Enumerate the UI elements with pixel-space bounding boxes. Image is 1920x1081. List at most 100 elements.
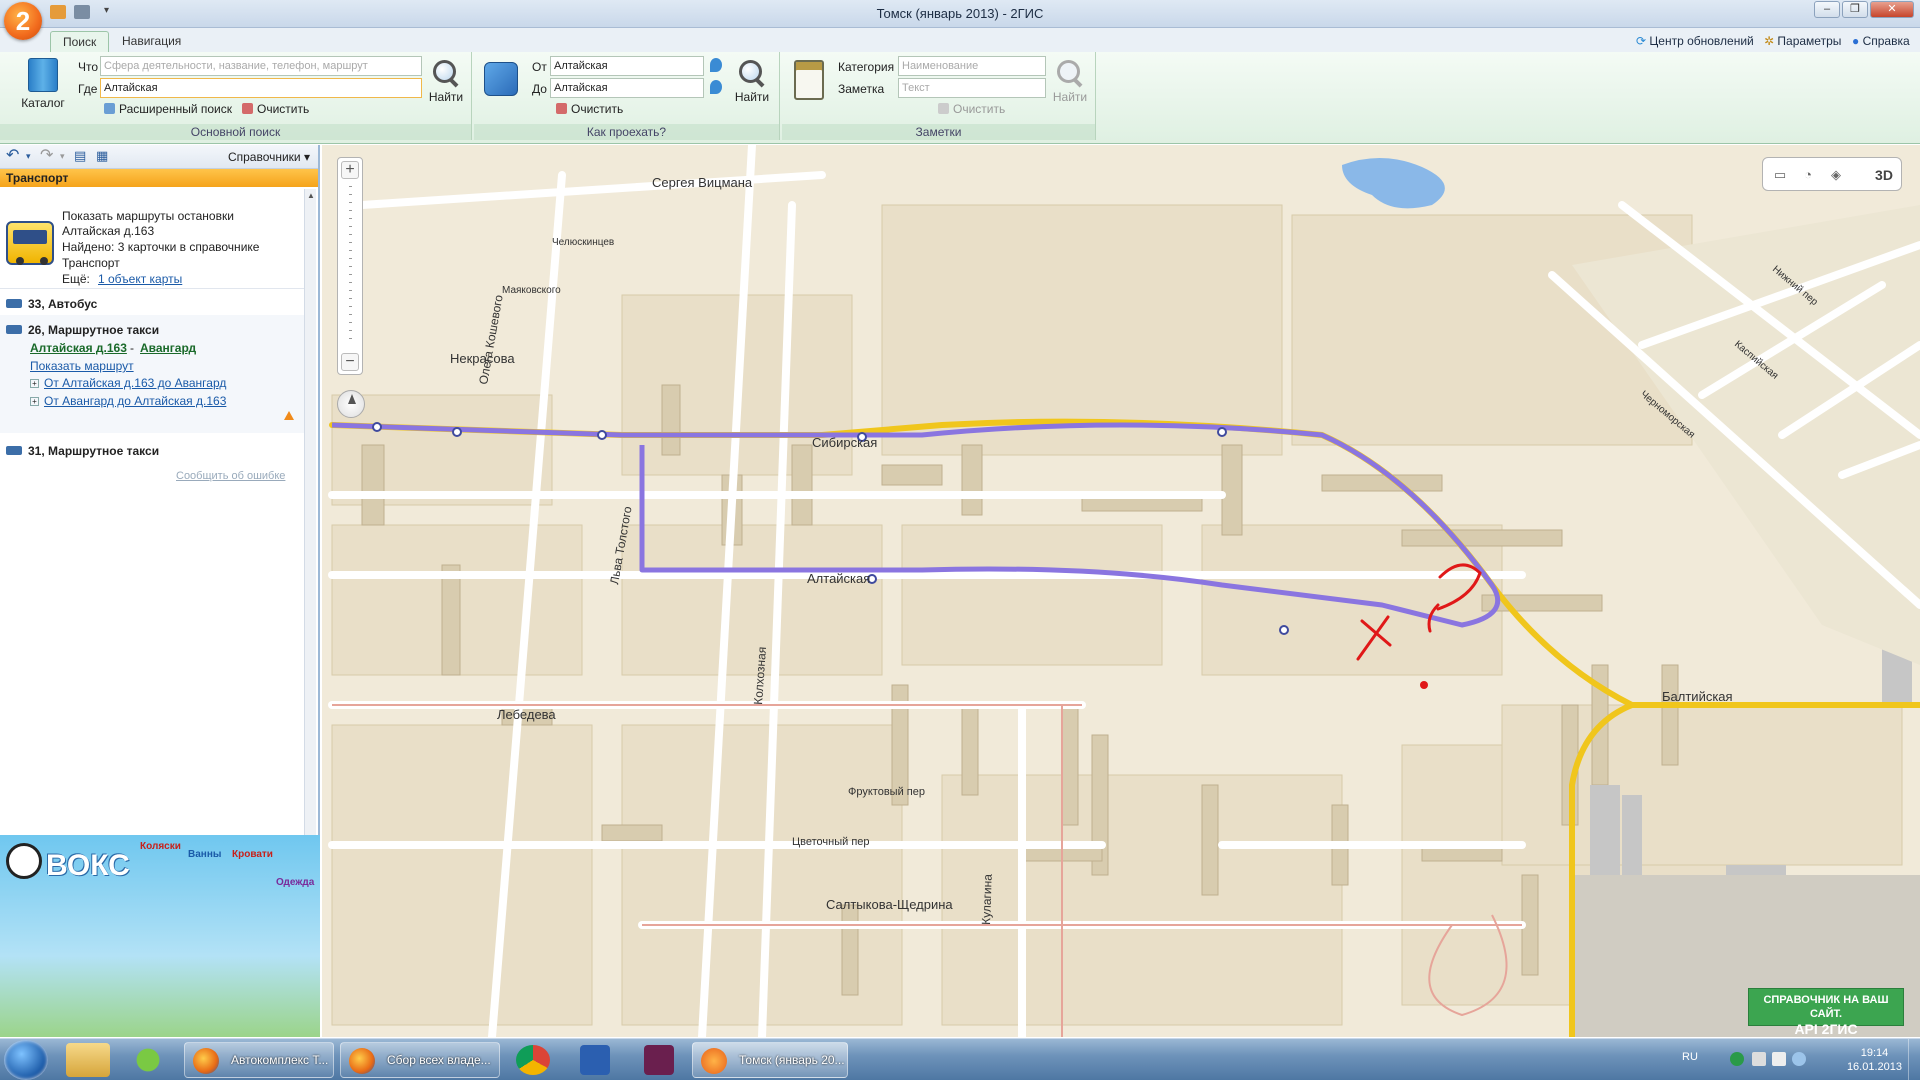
direction1-link[interactable]: От Алтайская д.163 до Авангард	[44, 376, 226, 390]
what-input[interactable]	[100, 56, 422, 76]
route-26-from-link[interactable]: Алтайская д.163	[30, 341, 127, 355]
catalog-icon	[28, 58, 58, 92]
route-to-label: До	[532, 82, 547, 96]
category-select[interactable]	[898, 56, 1046, 76]
street-label: Фруктовый пер	[848, 786, 925, 798]
note-input[interactable]	[898, 78, 1046, 98]
route-item-26-taxi[interactable]: 26, Маршрутное такси	[0, 323, 306, 337]
layers-icon[interactable]: ◈	[1825, 166, 1847, 184]
street-label: Балтийская	[1662, 689, 1733, 704]
route-to-input[interactable]	[550, 78, 704, 98]
quick-access-print-icon[interactable]	[74, 5, 90, 19]
api-banner[interactable]: СПРАВОЧНИК НА ВАШ САЙТ. API 2ГИС	[1748, 988, 1904, 1037]
taskbar-item-2gis[interactable]: Томск (январь 20...	[692, 1042, 848, 1078]
advanced-search-label: Расширенный поиск	[119, 102, 232, 116]
route-group: От До Найти Очистить Как проехать?	[474, 52, 780, 140]
route-item-31-taxi[interactable]: 31, Маршрутное такси	[0, 444, 306, 458]
list-view-icon[interactable]: ▤	[74, 148, 86, 164]
route-to-pin-icon[interactable]	[710, 80, 722, 94]
direction2-link[interactable]: От Авангард до Алтайская д.163	[44, 394, 226, 408]
app-logo[interactable]: 2	[4, 2, 42, 40]
back-dropdown-icon[interactable]: ▾	[26, 148, 31, 164]
forward-arrow-icon[interactable]: ↷	[40, 148, 53, 164]
tab-navigation[interactable]: Навигация	[110, 31, 193, 52]
summary-more-label: Ещё:	[62, 272, 90, 286]
warning-icon[interactable]	[284, 411, 294, 420]
report-error-link[interactable]: Сообщить об ошибке	[176, 470, 285, 482]
tab-search[interactable]: Поиск	[50, 31, 110, 52]
3d-toggle-button[interactable]: 3D	[1873, 166, 1895, 184]
settings-link[interactable]: ✲ Параметры	[1764, 34, 1841, 48]
print-list-icon[interactable]: ▦	[96, 148, 108, 164]
clock[interactable]: 19:14 16.01.2013	[1847, 1046, 1902, 1074]
street-label: Цветочный пер	[792, 836, 870, 848]
system-tray: RU 19:14 16.01.2013	[1660, 1039, 1920, 1081]
traffic-icon[interactable]: ◔	[1797, 166, 1819, 184]
quick-access-home-icon[interactable]	[50, 5, 66, 19]
taskbar-item-label: Томск (январь 20...	[739, 1053, 845, 1067]
word-icon[interactable]	[580, 1045, 610, 1075]
taskbar-item-label: Сбор всех владе...	[387, 1053, 491, 1067]
forward-dropdown-icon[interactable]: ▾	[60, 148, 65, 164]
expand-direction2-icon[interactable]: +	[30, 397, 39, 406]
network-tray-icon[interactable]	[1752, 1052, 1766, 1066]
directories-dropdown[interactable]: Справочники ▾	[228, 150, 310, 164]
map-view[interactable]: Сергея Вицмана Челюскинцев Маяковского Н…	[322, 145, 1920, 1037]
zoom-slider[interactable]	[349, 186, 352, 346]
help-icon: ●	[1852, 34, 1860, 48]
chrome-icon[interactable]	[516, 1045, 550, 1075]
route-clear-label: Очистить	[571, 102, 624, 116]
notes-clear-button[interactable]: Очистить	[938, 102, 1005, 116]
route-clear-button[interactable]: Очистить	[556, 102, 623, 116]
compass-icon[interactable]	[337, 390, 365, 418]
show-route-link[interactable]: Показать маршрут	[30, 359, 134, 373]
ribbon-tabs: Поиск Навигация ⟳ Центр обновлений ✲ Пар…	[0, 28, 1920, 52]
maximize-button[interactable]: ❐	[1842, 1, 1868, 18]
start-button[interactable]	[4, 1040, 48, 1080]
ad-banner[interactable]: ВОКС Коляски Ванны Кровати Одежда	[0, 835, 320, 1037]
utorrent-icon[interactable]	[126, 1043, 170, 1077]
catalog-button[interactable]: Каталог	[14, 58, 72, 110]
help-link[interactable]: ● Справка	[1852, 34, 1910, 48]
scroll-up-arrow-icon[interactable]: ▲	[307, 191, 315, 200]
street-label: Лебедева	[497, 707, 556, 722]
language-indicator[interactable]: RU	[1682, 1051, 1698, 1063]
summary-line1: Показать маршруты остановки	[62, 209, 234, 223]
show-desktop-button[interactable]	[1908, 1039, 1920, 1081]
route-item-33-bus[interactable]: 33, Автобус	[0, 297, 306, 311]
clear-search-button[interactable]: Очистить	[242, 102, 309, 116]
utorrent-tray-icon[interactable]	[1730, 1052, 1744, 1066]
route-26-to-link[interactable]: Авангард	[140, 341, 196, 355]
search-find-button[interactable]: Найти	[426, 58, 466, 104]
back-arrow-icon[interactable]: ↶	[6, 148, 19, 164]
quick-access-dropdown-icon[interactable]: ▾	[104, 5, 114, 19]
route-from-input[interactable]	[550, 56, 704, 76]
taskbar-item-firefox-2[interactable]: Сбор всех владе...	[340, 1042, 500, 1078]
notes-find-button[interactable]: Найти	[1050, 58, 1090, 104]
expand-direction1-icon[interactable]: +	[30, 379, 39, 388]
route-find-button[interactable]: Найти	[732, 58, 772, 104]
advanced-search-button[interactable]: Расширенный поиск	[104, 102, 232, 116]
where-input[interactable]	[100, 78, 422, 98]
volume-tray-icon[interactable]	[1792, 1052, 1806, 1066]
close-button[interactable]: ✕	[1870, 1, 1914, 18]
map-canvas[interactable]: Сергея Вицмана Челюскинцев Маяковского Н…	[322, 145, 1920, 1037]
route-26-separator: -	[130, 341, 134, 355]
indesign-icon[interactable]	[644, 1045, 674, 1075]
map-objects-link[interactable]: 1 объект карты	[98, 272, 182, 286]
notes-clear-label: Очистить	[953, 102, 1006, 116]
file-explorer-icon[interactable]	[66, 1043, 110, 1077]
route-group-label: Как проехать?	[474, 124, 779, 140]
taskbar-item-firefox-1[interactable]: Автокомплекс Т...	[184, 1042, 334, 1078]
divider	[0, 288, 306, 289]
zoom-in-button[interactable]: +	[341, 161, 359, 179]
route-from-pin-icon[interactable]	[710, 58, 722, 72]
notes-group: Категория Заметка Найти Очистить Заметки	[782, 52, 1096, 140]
updates-center-link[interactable]: ⟳ Центр обновлений	[1636, 34, 1754, 48]
minimize-button[interactable]: –	[1814, 1, 1840, 18]
category-label: Категория	[838, 60, 895, 74]
zoom-out-button[interactable]: −	[341, 353, 359, 371]
ruler-icon[interactable]: ▭	[1769, 166, 1791, 184]
flag-tray-icon[interactable]	[1772, 1052, 1786, 1066]
firefox-icon	[193, 1048, 219, 1074]
